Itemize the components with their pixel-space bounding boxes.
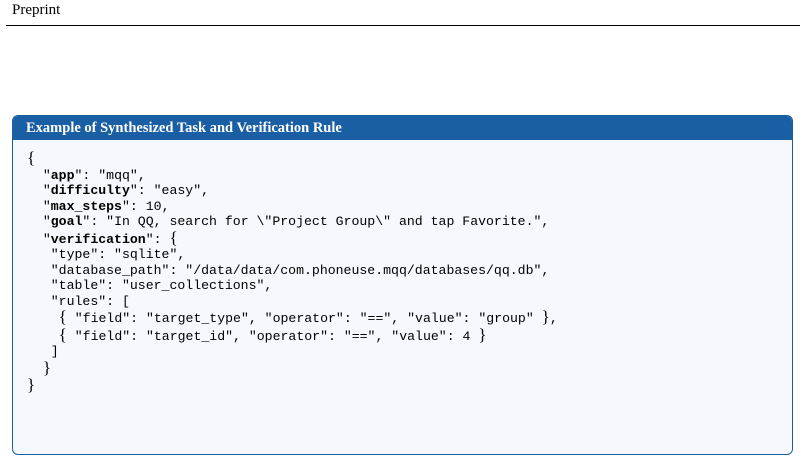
line-type: "type": "sqlite",: [50, 247, 186, 262]
key-goal: goal: [50, 214, 83, 229]
running-header: Preprint: [12, 2, 61, 18]
value-app: "mqq": [98, 167, 138, 183]
verification-close-brace: }: [42, 357, 51, 377]
key-difficulty: difficulty: [50, 183, 130, 198]
rule-2: "field": "target_id", "operator": "==", …: [74, 328, 471, 344]
json-code-block: { "app": "mqq", "difficulty": "easy", "m…: [27, 148, 558, 394]
example-box: Example of Synthesized Task and Verifica…: [12, 115, 793, 455]
close-brace: }: [27, 375, 36, 394]
key-app: app: [50, 167, 75, 183]
value-max-steps: 10: [145, 198, 162, 214]
value-difficulty: "easy": [153, 183, 202, 198]
line-database-path: "database_path": "/data/data/com.phoneus…: [50, 262, 550, 278]
header-rule: [6, 25, 800, 26]
rule-1: "field": "target_type", "operator": "=="…: [74, 311, 534, 326]
line-table: "table": "user_collections",: [50, 278, 273, 293]
key-verification: verification: [50, 231, 146, 247]
key-max-steps: max_steps: [50, 198, 122, 214]
open-brace: {: [27, 148, 36, 167]
verification-open-brace: {: [169, 227, 178, 247]
box-title: Example of Synthesized Task and Verifica…: [13, 116, 792, 140]
